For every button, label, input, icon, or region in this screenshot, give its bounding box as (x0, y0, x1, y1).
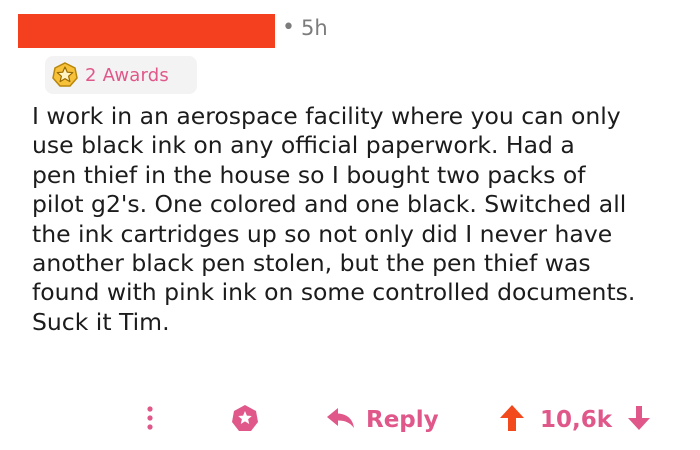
upvote-button[interactable] (498, 405, 526, 435)
downvote-button[interactable] (626, 405, 652, 435)
reply-button[interactable]: Reply (326, 402, 439, 438)
more-options-icon (146, 405, 154, 435)
vote-controls: 10,6k (498, 402, 652, 438)
comment-header: • 5h (0, 14, 700, 48)
give-award-button[interactable] (229, 404, 261, 436)
upvote-arrow-icon (499, 404, 525, 436)
separator-dot: • (282, 15, 295, 40)
reply-arrow-icon (326, 406, 356, 434)
downvote-arrow-icon (627, 405, 651, 435)
awards-count-label: 2 Awards (85, 64, 169, 86)
vote-score: 10,6k (540, 407, 613, 433)
give-award-icon (230, 403, 260, 437)
more-options-button[interactable] (136, 406, 164, 434)
timestamp: 5h (300, 16, 328, 40)
award-badge-icon (51, 61, 79, 89)
comment-meta: • 5h (282, 16, 328, 40)
redacted-username (18, 14, 275, 48)
comment-body: I work in an aerospace facility where yo… (32, 102, 636, 336)
reply-label: Reply (366, 407, 439, 433)
awards-chip[interactable]: 2 Awards (45, 56, 197, 94)
comment-action-bar: Reply 10,6k (0, 398, 700, 442)
